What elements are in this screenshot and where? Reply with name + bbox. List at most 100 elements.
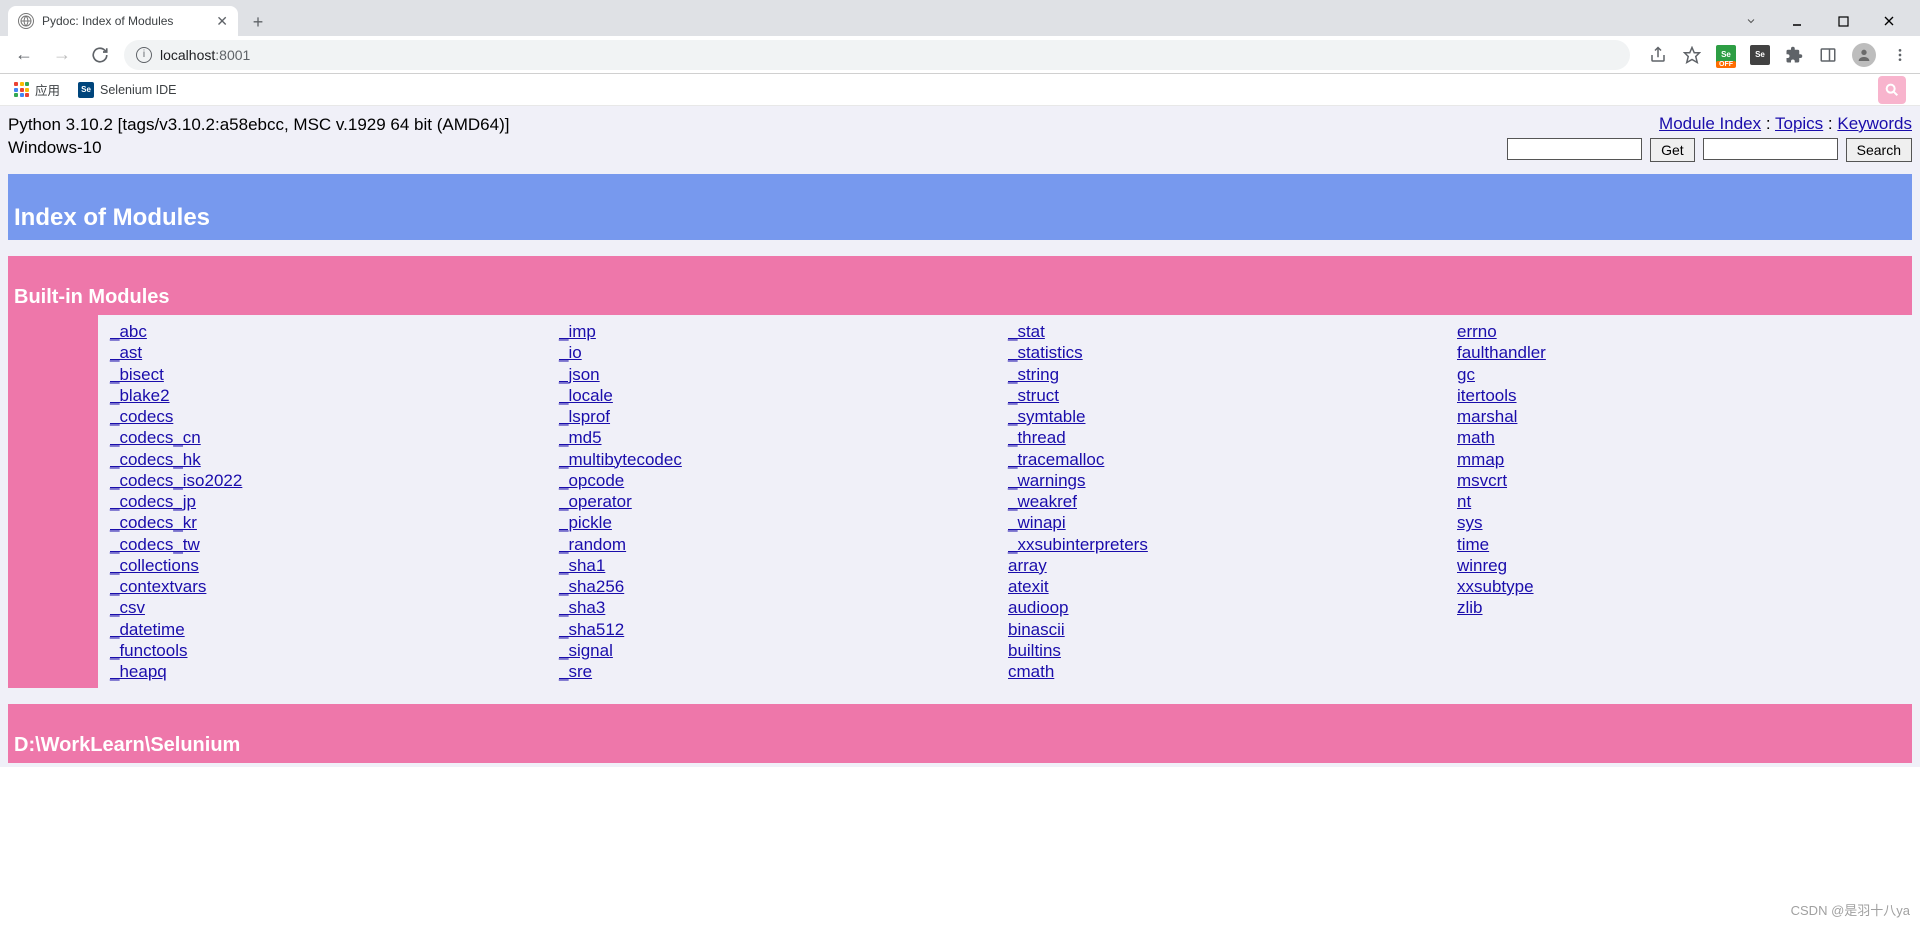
browser-tab[interactable]: Pydoc: Index of Modules ✕ [8,6,238,36]
search-input[interactable] [1703,138,1838,160]
extension-selenium-green[interactable]: SeOFF [1716,45,1736,65]
keywords-link[interactable]: Keywords [1837,114,1912,133]
module-link[interactable]: atexit [1008,576,1049,597]
module-link[interactable]: _lsprof [559,406,610,427]
module-link[interactable]: _json [559,364,600,385]
menu-icon[interactable] [1890,45,1910,65]
module-link[interactable]: _md5 [559,427,602,448]
page-scroll[interactable]: Python 3.10.2 [tags/v3.10.2:a58ebcc, MSC… [0,106,1920,925]
module-link[interactable]: audioop [1008,597,1069,618]
selenium-ide-label: Selenium IDE [100,83,176,97]
module-link[interactable]: _multibytecodec [559,449,682,470]
module-link[interactable]: faulthandler [1457,342,1546,363]
module-link[interactable]: _csv [110,597,145,618]
module-link[interactable]: _sre [559,661,592,682]
minimize-button[interactable] [1774,6,1820,36]
module-link[interactable]: _abc [110,321,147,342]
module-link[interactable]: binascii [1008,619,1065,640]
page-search-icon[interactable] [1878,76,1906,104]
module-link[interactable]: array [1008,555,1047,576]
profile-avatar[interactable] [1852,43,1876,67]
module-link[interactable]: time [1457,534,1489,555]
module-link[interactable]: _sha1 [559,555,605,576]
module-link[interactable]: itertools [1457,385,1517,406]
get-button[interactable]: Get [1650,138,1695,162]
module-link[interactable]: _stat [1008,321,1045,342]
module-link[interactable]: _thread [1008,427,1066,448]
close-icon[interactable]: ✕ [216,13,228,30]
new-tab-button[interactable]: + [244,8,272,36]
module-link[interactable]: _sha512 [559,619,624,640]
module-index-link[interactable]: Module Index [1659,114,1761,133]
module-link[interactable]: _bisect [110,364,164,385]
module-link[interactable]: mmap [1457,449,1504,470]
site-info-icon[interactable]: i [136,47,152,63]
module-link[interactable]: _blake2 [110,385,170,406]
module-link[interactable]: _warnings [1008,470,1086,491]
module-link[interactable]: _random [559,534,626,555]
module-link[interactable]: _symtable [1008,406,1085,427]
module-link[interactable]: _contextvars [110,576,206,597]
get-input[interactable] [1507,138,1642,160]
module-link[interactable]: _weakref [1008,491,1077,512]
selenium-ide-bookmark[interactable]: Se Selenium IDE [78,82,176,98]
module-link[interactable]: _struct [1008,385,1059,406]
module-link[interactable]: errno [1457,321,1497,342]
module-link[interactable]: _xxsubinterpreters [1008,534,1148,555]
module-link[interactable]: zlib [1457,597,1483,618]
module-link[interactable]: msvcrt [1457,470,1507,491]
extensions-icon[interactable] [1784,45,1804,65]
module-link[interactable]: xxsubtype [1457,576,1534,597]
module-link[interactable]: nt [1457,491,1471,512]
module-link[interactable]: _ast [110,342,142,363]
module-link[interactable]: sys [1457,512,1483,533]
window-controls [1728,6,1912,36]
module-link[interactable]: _collections [110,555,199,576]
module-link[interactable]: _datetime [110,619,185,640]
forward-button[interactable]: → [48,41,76,69]
module-link[interactable]: _codecs_kr [110,512,197,533]
module-link[interactable]: _winapi [1008,512,1066,533]
module-link[interactable]: builtins [1008,640,1061,661]
module-link[interactable]: gc [1457,364,1475,385]
topics-link[interactable]: Topics [1775,114,1823,133]
bookmark-star-icon[interactable] [1682,45,1702,65]
extension-selenium-dark[interactable]: Se [1750,45,1770,65]
module-link[interactable]: _statistics [1008,342,1083,363]
module-link[interactable]: _imp [559,321,596,342]
module-link[interactable]: _signal [559,640,613,661]
module-link[interactable]: _codecs_iso2022 [110,470,242,491]
module-link[interactable]: _tracemalloc [1008,449,1104,470]
module-link[interactable]: _codecs_hk [110,449,201,470]
reload-button[interactable] [86,41,114,69]
module-link[interactable]: _sha256 [559,576,624,597]
module-link[interactable]: _codecs_cn [110,427,201,448]
tab-title: Pydoc: Index of Modules [42,14,173,28]
close-window-button[interactable] [1866,6,1912,36]
module-link[interactable]: _functools [110,640,188,661]
address-bar[interactable]: i localhost:8001 [124,40,1630,70]
module-link[interactable]: _codecs_tw [110,534,200,555]
caret-down-icon[interactable] [1728,6,1774,36]
module-link[interactable]: _io [559,342,582,363]
maximize-button[interactable] [1820,6,1866,36]
module-link[interactable]: _locale [559,385,613,406]
module-link[interactable]: _sha3 [559,597,605,618]
module-link[interactable]: _pickle [559,512,612,533]
side-panel-icon[interactable] [1818,45,1838,65]
module-column-2: _imp_io_json_locale_lsprof_md5_multibyte… [559,321,1008,682]
module-link[interactable]: _opcode [559,470,624,491]
module-link[interactable]: _codecs_jp [110,491,196,512]
module-link[interactable]: _heapq [110,661,167,682]
module-link[interactable]: winreg [1457,555,1507,576]
back-button[interactable]: ← [10,41,38,69]
apps-bookmark[interactable]: 应用 [14,80,60,99]
module-link[interactable]: _codecs [110,406,173,427]
share-icon[interactable] [1648,45,1668,65]
module-link[interactable]: _operator [559,491,632,512]
module-link[interactable]: marshal [1457,406,1517,427]
module-link[interactable]: math [1457,427,1495,448]
search-button[interactable]: Search [1846,138,1912,162]
module-link[interactable]: _string [1008,364,1059,385]
module-link[interactable]: cmath [1008,661,1054,682]
